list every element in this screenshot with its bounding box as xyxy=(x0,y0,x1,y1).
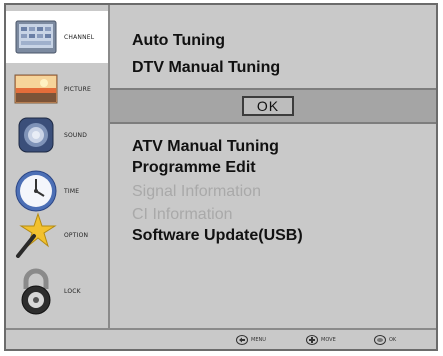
ok-hint-label: OK xyxy=(389,337,397,343)
tv-menu-screen: CHANNEL PICTURE SOUND TIME OPTION LOCK A… xyxy=(4,3,438,351)
menu-hint-label: MENU xyxy=(251,337,266,343)
move-hint-label: MOVE xyxy=(321,337,336,343)
sidebar-item-channel[interactable]: CHANNEL xyxy=(6,11,108,63)
sidebar-item-picture[interactable]: PICTURE xyxy=(6,63,108,115)
main-panel: Auto Tuning DTV Manual Tuning OK ATV Man… xyxy=(110,5,436,328)
padlock-icon xyxy=(14,268,58,315)
speaker-icon xyxy=(14,113,58,157)
menu-item-programme-edit[interactable]: Programme Edit xyxy=(132,159,256,177)
sidebar-item-lock[interactable]: LOCK xyxy=(6,265,108,317)
channel-tv-icon xyxy=(14,15,58,59)
move-hint: MOVE xyxy=(306,334,336,346)
sidebar-item-label: OPTION xyxy=(64,231,89,239)
ok-band: OK xyxy=(110,88,436,124)
ok-button[interactable]: OK xyxy=(242,96,294,116)
menu-item-ci-information: CI Information xyxy=(132,206,233,223)
picture-landscape-icon xyxy=(14,67,58,111)
menu-item-auto-tuning[interactable]: Auto Tuning xyxy=(132,32,225,50)
sidebar-item-sound[interactable]: SOUND xyxy=(6,109,108,161)
menu-item-software-update[interactable]: Software Update(USB) xyxy=(132,227,303,245)
magic-wand-icon xyxy=(14,212,58,258)
footer-hint-bar: MENU MOVE OK xyxy=(6,328,436,349)
sidebar-item-label: LOCK xyxy=(64,287,81,295)
menu-item-atv-manual-tuning[interactable]: ATV Manual Tuning xyxy=(132,138,279,156)
ok-key-icon xyxy=(374,335,386,345)
sidebar-item-label: CHANNEL xyxy=(64,33,95,41)
back-arrow-icon xyxy=(236,335,248,345)
menu-item-dtv-manual-tuning[interactable]: DTV Manual Tuning xyxy=(132,59,280,77)
dpad-icon xyxy=(306,335,318,345)
sidebar: CHANNEL PICTURE SOUND TIME OPTION LOCK xyxy=(6,5,110,328)
sidebar-item-label: TIME xyxy=(64,187,80,195)
menu-hint: MENU xyxy=(236,334,266,346)
menu-item-signal-information: Signal Information xyxy=(132,183,261,200)
clock-icon xyxy=(14,169,58,213)
sidebar-item-option[interactable]: OPTION xyxy=(6,209,108,261)
ok-hint: OK xyxy=(374,334,396,346)
sidebar-item-label: PICTURE xyxy=(64,85,91,93)
sidebar-item-label: SOUND xyxy=(64,131,88,139)
